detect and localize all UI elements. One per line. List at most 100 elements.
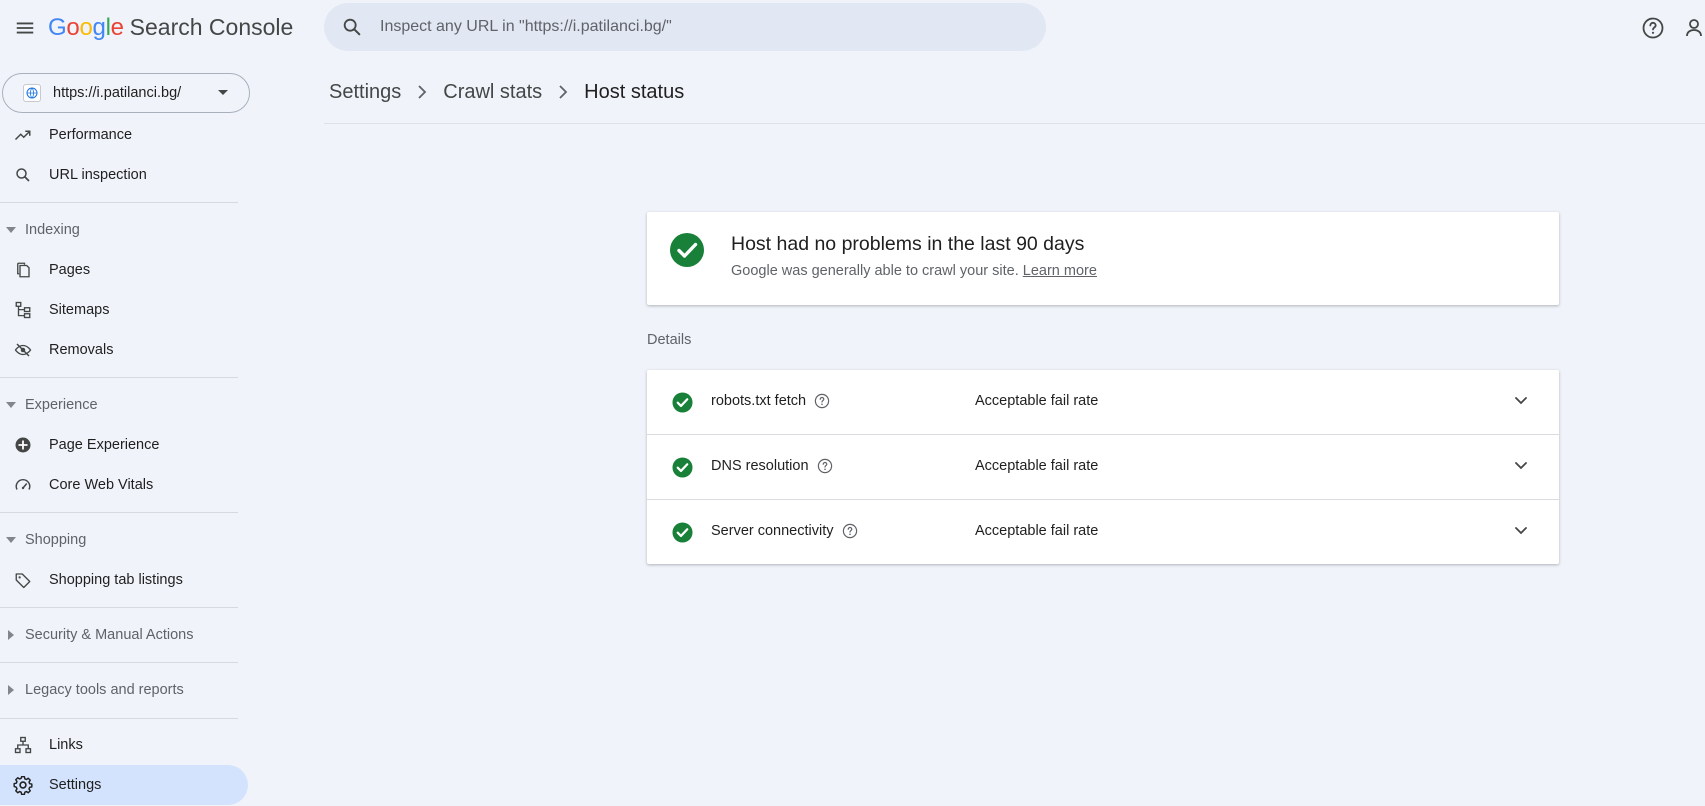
detail-row-name: robots.txt fetch (711, 393, 830, 409)
help-outline-icon[interactable] (817, 458, 833, 474)
sitemap-icon (12, 301, 34, 319)
url-inspection-input[interactable] (380, 18, 1046, 36)
breadcrumb-current-host-status: Host status (584, 80, 685, 103)
gear-icon (12, 775, 34, 795)
detail-row-robots-txt-fetch[interactable]: robots.txt fetch Acceptable fail rate (647, 370, 1559, 435)
help-button[interactable] (1638, 13, 1668, 43)
search-icon-wrap (324, 16, 380, 38)
sidebar-divider (0, 377, 238, 378)
help-outline-icon[interactable] (842, 523, 858, 539)
breadcrumb: Settings Crawl stats Host status (329, 76, 684, 108)
detail-row-server-connectivity[interactable]: Server connectivity Acceptable fail rate (647, 500, 1559, 565)
logo-letter: e (110, 14, 124, 41)
sidebar-item-pages[interactable]: Pages (0, 250, 248, 290)
sidebar-item-removals[interactable]: Removals (0, 330, 248, 370)
sidebar-item-performance[interactable]: Performance (0, 115, 248, 155)
search-icon (12, 166, 34, 184)
details-section-label: Details (647, 332, 692, 348)
expanded-arrow-icon (5, 402, 17, 408)
sidebar-item-label: Links (49, 737, 83, 753)
help-outline-icon[interactable] (814, 393, 830, 409)
chevron-right-icon (558, 85, 568, 99)
sidebar-section-experience[interactable]: Experience (0, 388, 238, 422)
section-header-label: Legacy tools and reports (25, 682, 184, 698)
url-inspection-search-bar[interactable] (324, 3, 1046, 51)
account-button[interactable] (1684, 13, 1705, 43)
sidebar-divider (0, 202, 238, 203)
detail-row-name-text: Server connectivity (711, 523, 834, 539)
detail-row-name: DNS resolution (711, 458, 833, 474)
check-circle-icon (672, 457, 693, 478)
sidebar-section-security-manual-actions[interactable]: Security & Manual Actions (0, 618, 238, 652)
sidebar-item-label: Removals (49, 342, 114, 358)
google-wordmark: Google (48, 14, 124, 42)
caret-down-icon (218, 90, 228, 95)
detail-row-status: Acceptable fail rate (975, 523, 1099, 539)
sidebar: https://i.patilanci.bg/ Performance URL … (0, 56, 250, 806)
sidebar-item-label: Sitemaps (49, 302, 110, 318)
sidebar-section-indexing[interactable]: Indexing (0, 213, 238, 247)
logo-letter: o (79, 14, 93, 41)
details-card: robots.txt fetch Acceptable fail rate DN… (647, 370, 1559, 564)
sidebar-divider (0, 662, 238, 663)
menu-icon (16, 22, 34, 34)
expanded-arrow-icon (5, 227, 17, 233)
links-icon (12, 736, 34, 754)
expand-more-icon[interactable] (1513, 392, 1529, 408)
property-url: https://i.patilanci.bg/ (53, 85, 182, 101)
sidebar-item-url-inspection[interactable]: URL inspection (0, 155, 248, 195)
breadcrumb-crawl-stats[interactable]: Crawl stats (443, 81, 542, 104)
collapsed-arrow-icon (5, 685, 17, 695)
host-status-summary-card: Host had no problems in the last 90 days… (647, 212, 1559, 305)
expand-more-icon[interactable] (1513, 457, 1529, 473)
section-header-label: Experience (25, 397, 98, 413)
chevron-right-icon (417, 85, 427, 99)
expand-more-icon[interactable] (1513, 522, 1529, 538)
sidebar-item-links[interactable]: Links (0, 725, 248, 765)
globe-icon (23, 84, 41, 102)
speedometer-icon (12, 476, 34, 494)
sidebar-item-core-web-vitals[interactable]: Core Web Vitals (0, 465, 248, 505)
breadcrumb-settings[interactable]: Settings (329, 81, 401, 104)
sidebar-section-legacy-tools[interactable]: Legacy tools and reports (0, 673, 238, 707)
search-console-logo[interactable]: Google Search Console (48, 14, 293, 44)
sidebar-item-shopping-tab-listings[interactable]: Shopping tab listings (0, 560, 248, 600)
detail-row-name-text: robots.txt fetch (711, 393, 807, 409)
section-header-label: Indexing (25, 222, 80, 238)
status-subtitle: Google was generally able to crawl your … (731, 263, 1097, 279)
product-name: Search Console (129, 14, 294, 40)
pages-icon (12, 261, 34, 279)
page-experience-icon (12, 436, 34, 454)
logo-letter: o (66, 14, 80, 41)
check-circle-icon (672, 522, 693, 543)
property-selector[interactable]: https://i.patilanci.bg/ (2, 73, 250, 113)
sidebar-divider (0, 607, 238, 608)
sidebar-item-label: Pages (49, 262, 91, 278)
sidebar-item-label: Page Experience (49, 437, 160, 453)
logo-letter: g (92, 14, 106, 41)
sidebar-item-page-experience[interactable]: Page Experience (0, 425, 248, 465)
collapsed-arrow-icon (5, 630, 17, 640)
learn-more-link[interactable]: Learn more (1023, 263, 1097, 279)
help-icon (1642, 17, 1664, 39)
sidebar-item-label: Performance (49, 127, 133, 143)
expanded-arrow-icon (5, 537, 17, 543)
sidebar-item-settings[interactable]: Settings (0, 765, 248, 805)
sidebar-item-label: Settings (49, 777, 102, 793)
main-menu-button[interactable] (8, 11, 42, 45)
section-header-label: Shopping (25, 532, 87, 548)
sidebar-section-shopping[interactable]: Shopping (0, 523, 238, 557)
sidebar-divider (0, 718, 238, 719)
sidebar-divider (0, 512, 238, 513)
sidebar-item-label: Shopping tab listings (49, 572, 183, 588)
check-circle-icon (672, 392, 693, 413)
sidebar-item-sitemaps[interactable]: Sitemaps (0, 290, 248, 330)
check-circle-icon (670, 233, 704, 267)
sidebar-item-label: URL inspection (49, 167, 147, 183)
sidebar-item-label: Core Web Vitals (49, 477, 154, 493)
tag-icon (12, 571, 34, 589)
visibility-off-icon (12, 341, 34, 359)
detail-row-name-text: DNS resolution (711, 458, 809, 474)
header-divider (324, 123, 1705, 124)
detail-row-dns-resolution[interactable]: DNS resolution Acceptable fail rate (647, 435, 1559, 500)
